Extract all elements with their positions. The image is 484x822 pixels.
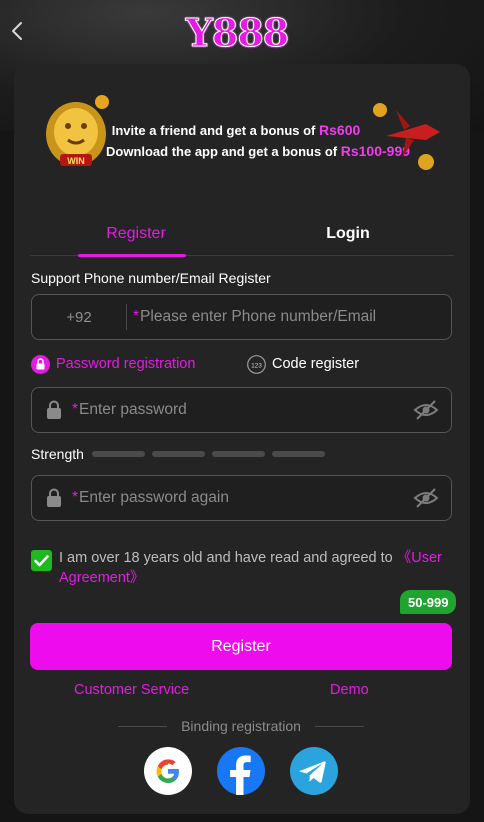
strength-bar-2	[151, 451, 205, 457]
strength-bar-4	[271, 451, 325, 457]
strength-bar-1	[91, 451, 145, 457]
banner-text: Invite a friend and get a bonus of Rs600…	[106, 120, 410, 162]
required-mark: *	[72, 401, 79, 418]
eye-off-icon[interactable]	[413, 399, 439, 421]
brand-logo: Y888	[182, 8, 292, 56]
auth-tabs: Register Login	[30, 212, 454, 257]
telegram-login-button[interactable]	[290, 747, 338, 795]
password-input[interactable]: * Enter password	[72, 388, 187, 432]
lion-trophy-icon: WIN	[46, 95, 109, 166]
phone-email-input[interactable]: * Please enter Phone number/Email	[133, 295, 376, 339]
eye-off-icon[interactable]	[413, 487, 439, 509]
password-strength: Strength	[31, 445, 332, 463]
facebook-login-button[interactable]	[217, 747, 265, 795]
agree-text: I am over 18 years old and have read and…	[59, 548, 451, 588]
strength-bar-3	[211, 451, 265, 457]
telegram-icon	[299, 761, 326, 783]
tab-register[interactable]: Register	[30, 212, 242, 256]
country-code-selector[interactable]: +92	[32, 295, 126, 339]
facebook-icon	[230, 755, 251, 795]
register-button[interactable]: Register	[30, 623, 452, 670]
agree-checkbox[interactable]	[31, 550, 52, 571]
google-login-button[interactable]	[144, 747, 192, 795]
field-divider	[126, 304, 127, 330]
strength-label: Strength	[31, 446, 84, 462]
banner-line-2-prefix: Download the app and get a bonus of	[106, 144, 338, 159]
checkmark-icon	[34, 554, 49, 566]
lock-circle-icon	[31, 354, 50, 374]
bonus-badge: 50-999	[400, 590, 457, 614]
divider-line-right	[314, 725, 365, 727]
register-card: WIN Invite a friend and get a bonus of R…	[14, 64, 470, 814]
password-registration-option[interactable]: Password registration	[31, 354, 195, 374]
promo-banner: WIN Invite a friend and get a bonus of R…	[30, 76, 454, 184]
airplane-icon	[373, 103, 440, 170]
password-placeholder: Enter password	[79, 401, 187, 418]
agree-statement: I am over 18 years old and have read and…	[59, 550, 397, 566]
banner-line-2: Download the app and get a bonus of Rs10…	[106, 141, 410, 162]
lock-icon	[47, 400, 61, 419]
code-register-label: Code register	[272, 356, 360, 372]
customer-service-link[interactable]: Customer Service	[74, 682, 189, 700]
required-mark: *	[133, 308, 140, 325]
registration-modes: Password registration 123 Code register	[31, 354, 452, 374]
lion-badge-text: WIN	[67, 156, 85, 166]
phone-email-field[interactable]: +92 * Please enter Phone number/Email	[31, 294, 452, 340]
banner-line-1-prefix: Invite a friend and get a bonus of	[111, 123, 316, 138]
numeric-code-icon: 123	[247, 354, 266, 374]
chevron-left-icon	[12, 22, 22, 40]
password-again-placeholder: Enter password again	[79, 489, 229, 506]
divider-line-left	[118, 725, 168, 727]
tab-login[interactable]: Login	[242, 212, 454, 256]
back-button[interactable]	[6, 18, 28, 44]
password-field[interactable]: * Enter password	[31, 387, 452, 433]
code-register-option[interactable]: 123 Code register	[247, 354, 359, 374]
lock-icon	[47, 488, 61, 507]
code-icon-text: 123	[251, 362, 262, 369]
binding-registration-divider: Binding registration	[118, 717, 365, 735]
support-label: Support Phone number/Email Register	[31, 270, 271, 286]
required-mark: *	[72, 489, 79, 506]
phone-placeholder: Please enter Phone number/Email	[140, 308, 377, 325]
demo-link[interactable]: Demo	[330, 682, 369, 700]
logo-text: Y888	[185, 9, 289, 55]
password-registration-label: Password registration	[56, 356, 196, 372]
active-tab-indicator	[78, 254, 186, 257]
binding-label: Binding registration	[181, 718, 301, 734]
banner-line-1: Invite a friend and get a bonus of Rs600	[106, 120, 366, 141]
password-again-input[interactable]: * Enter password again	[72, 476, 229, 520]
banner-line-1-amount: Rs600	[319, 122, 361, 138]
google-icon	[156, 759, 179, 783]
password-again-field[interactable]: * Enter password again	[31, 475, 452, 521]
